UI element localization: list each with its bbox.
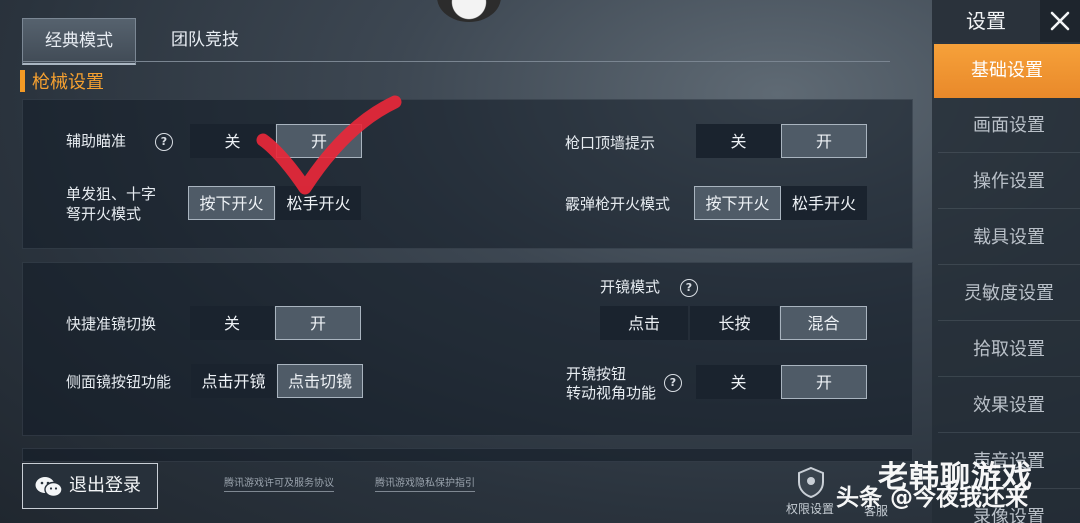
scope-turn-off-button[interactable]: 关 (696, 365, 781, 399)
gun-settings-panel-2 (22, 262, 913, 436)
quick-scope-switch-label: 快捷准镜切换 (66, 315, 157, 333)
question-circle-icon[interactable]: ? (155, 133, 173, 151)
scope-mode-hold-button[interactable]: 长按 (690, 306, 779, 340)
watermark-credit: 头条 @今夜我还来 (836, 485, 1029, 511)
scope-turn-label-line2: 转动视角功能 (566, 384, 657, 402)
gun-settings-panel-3 (22, 448, 913, 462)
side-scope-switch-button[interactable]: 点击切镜 (277, 364, 363, 398)
sidebar-item-sensitivity[interactable]: 灵敏度设置 (938, 268, 1080, 321)
question-circle-icon[interactable]: ? (664, 374, 682, 392)
side-scope-button-label: 侧面镜按钮功能 (66, 373, 172, 391)
tabs-divider (22, 61, 890, 62)
shotgun-fire-release-button[interactable]: 松手开火 (781, 186, 867, 220)
scope-mode-mixed-button[interactable]: 混合 (780, 306, 867, 340)
logout-label: 退出登录 (69, 475, 141, 496)
scope-turn-on-button[interactable]: 开 (781, 365, 867, 399)
privacy-guide-link[interactable]: 腾讯游戏隐私保护指引 (375, 477, 475, 492)
tab-classic-mode[interactable]: 经典模式 (22, 18, 136, 65)
muzzle-wall-off-button[interactable]: 关 (696, 124, 781, 158)
quick-scope-on-button[interactable]: 开 (275, 306, 361, 340)
license-agreement-link[interactable]: 腾讯游戏许可及服务协议 (224, 477, 334, 492)
close-button[interactable] (1040, 0, 1080, 42)
sidebar-item-effects[interactable]: 效果设置 (938, 380, 1080, 433)
single-fire-label-line1: 单发狙、十字 (66, 185, 157, 203)
tab-team-deathmatch[interactable]: 团队竞技 (150, 18, 260, 62)
permission-settings-label[interactable]: 权限设置 (786, 500, 834, 517)
muzzle-wall-hint-label: 枪口顶墙提示 (565, 134, 656, 152)
sidebar-item-vehicle[interactable]: 载具设置 (938, 212, 1080, 265)
section-title: 枪械设置 (32, 72, 104, 93)
scope-mode-tap-button[interactable]: 点击 (600, 306, 688, 340)
scope-mode-label: 开镜模式 (600, 278, 661, 296)
aim-assist-label: 辅助瞄准 (66, 132, 127, 150)
settings-title: 设置 (932, 0, 1040, 42)
sidebar-item-controls[interactable]: 操作设置 (938, 156, 1080, 209)
shotgun-fire-label: 霰弹枪开火模式 (565, 195, 671, 213)
sidebar-item-basic[interactable]: 基础设置 (934, 44, 1080, 98)
single-fire-label-line2: 弩开火模式 (66, 205, 142, 223)
mascot-avatar-icon (437, 0, 501, 22)
muzzle-wall-on-button[interactable]: 开 (781, 124, 867, 158)
sidebar-item-graphics[interactable]: 画面设置 (938, 100, 1080, 153)
logout-button[interactable]: 退出登录 (22, 463, 158, 509)
sidebar-item-pickup[interactable]: 拾取设置 (938, 324, 1080, 377)
shield-icon[interactable] (796, 466, 826, 498)
quick-scope-off-button[interactable]: 关 (190, 306, 274, 340)
gun-settings-panel-1 (22, 99, 913, 249)
question-circle-icon[interactable]: ? (680, 279, 698, 297)
shotgun-fire-press-button[interactable]: 按下开火 (694, 186, 781, 220)
wechat-icon (35, 477, 63, 498)
red-check-mark-icon (256, 95, 402, 195)
section-accent-bar (20, 70, 25, 92)
side-scope-open-button[interactable]: 点击开镜 (191, 364, 276, 398)
scope-turn-label-line1: 开镜按钮 (566, 365, 627, 383)
close-icon (1050, 11, 1070, 31)
